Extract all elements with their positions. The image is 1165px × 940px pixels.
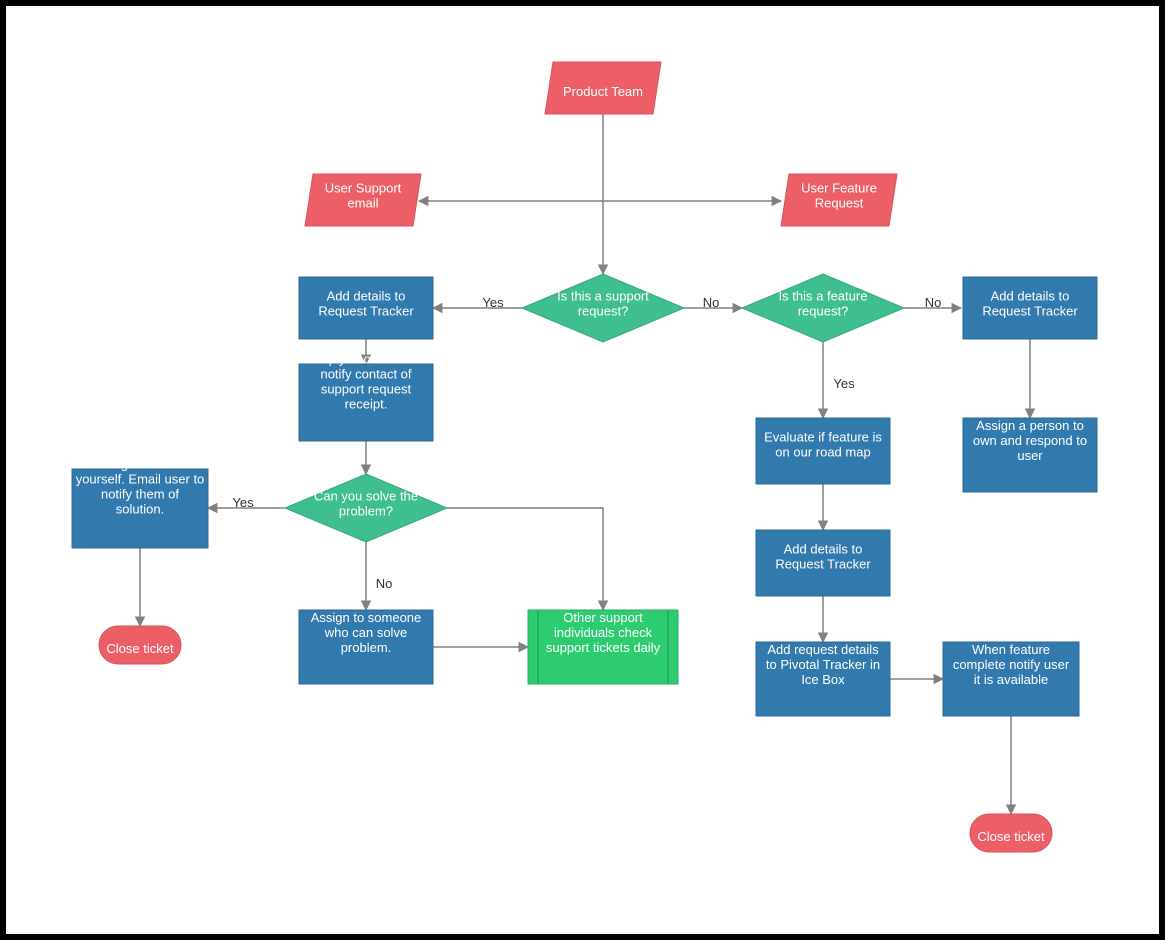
label-no2: No [925, 295, 942, 310]
node-is-support-request: Is this a supportrequest? [522, 274, 684, 342]
node-close-ticket-right: Close ticket [970, 814, 1052, 852]
node-can-solve: Can you solve theproblem? [285, 474, 447, 542]
label-yes1: Yes [482, 295, 504, 310]
label-no1: No [703, 295, 720, 310]
text-close-ticket-right: Close ticket [977, 829, 1045, 844]
node-notify-available: When featurecomplete notify userit is av… [943, 642, 1079, 716]
node-add-details-mid: Add details toRequest Tracker [756, 530, 890, 596]
edge-cansolve-to-othersupport [447, 508, 603, 610]
node-add-details-left: Add details toRequest Tracker [299, 277, 433, 339]
node-assign-someone: Assign to someonewho can solveproblem. [299, 610, 433, 684]
text-product-team: Product Team [563, 84, 643, 99]
text-add-details-mid: Add details toRequest Tracker [775, 542, 871, 572]
node-assign-self: Assign ticket toyourself. Email user ton… [72, 457, 208, 549]
edges: Yes No No Yes Yes No [140, 114, 1030, 814]
node-add-pivotal: Add request detailsto Pivotal Tracker in… [756, 642, 890, 716]
text-close-ticket-left: Close ticket [106, 641, 174, 656]
node-is-feature-request: Is this a featurerequest? [742, 274, 904, 342]
node-evaluate-roadmap: Evaluate if feature ison our road map [756, 418, 890, 484]
label-yes3: Yes [232, 495, 254, 510]
text-add-details-right: Add details toRequest Tracker [982, 289, 1078, 319]
node-product-team: Product Team [545, 62, 661, 114]
node-other-support: Other supportindividuals checksupport ti… [528, 610, 678, 684]
text-add-details-left: Add details toRequest Tracker [318, 289, 414, 319]
text-evaluate-roadmap: Evaluate if feature ison our road map [764, 430, 882, 460]
node-add-details-right: Add details toRequest Tracker [963, 277, 1097, 339]
label-no3: No [376, 576, 393, 591]
flowchart-canvas: Yes No No Yes Yes No [6, 6, 1159, 934]
flowchart-frame: { "nodes": { "product_team": { "label": … [0, 0, 1165, 940]
node-reply-contact: Reply to contact tonotify contact ofsupp… [299, 352, 433, 442]
node-user-feature-request: User FeatureRequest [781, 174, 897, 226]
node-user-support-email: User Supportemail [305, 174, 421, 226]
label-yes2: Yes [833, 376, 855, 391]
node-close-ticket-left: Close ticket [99, 626, 181, 664]
node-assign-person: Assign a person toown and respond touser [963, 418, 1097, 492]
